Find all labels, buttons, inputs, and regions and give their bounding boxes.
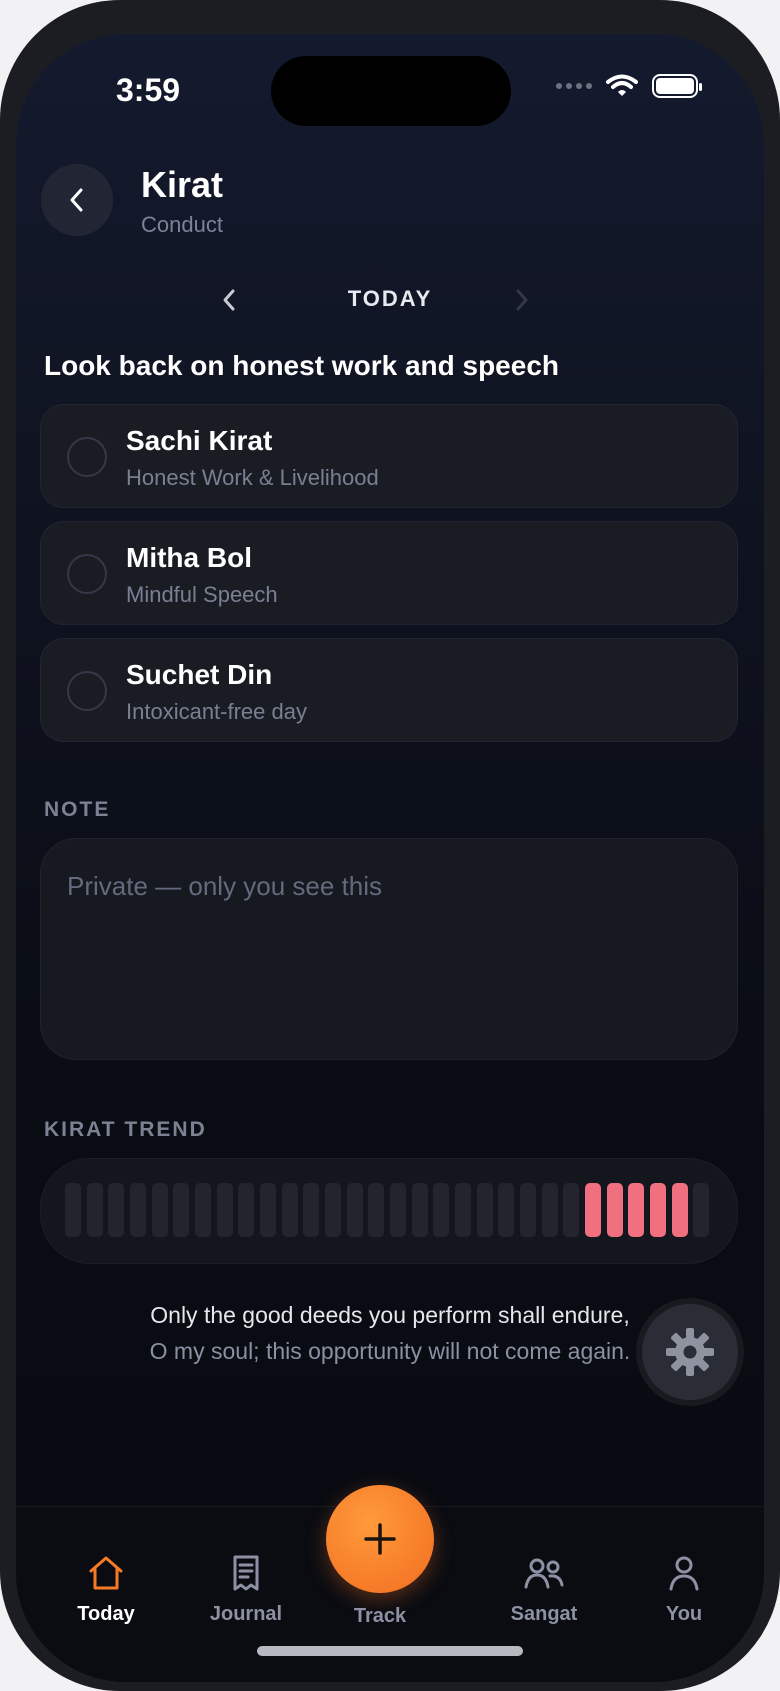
status-icons [556,74,702,98]
reflection-prompt: Look back on honest work and speech [44,350,559,381]
track-label: Track [353,1605,407,1627]
dynamic-island [271,56,511,126]
trend-day-bar [693,1183,710,1237]
journal-icon [233,1555,259,1591]
trend-day-bar [238,1183,255,1237]
habit-name: Sachi Kirat [126,425,273,456]
habit-checkbox[interactable] [67,437,107,477]
device-frame: 3:59 Kirat Conduct TODAY Look back on ho… [0,0,780,1691]
trend-day-bar [281,1183,298,1237]
tab-label: Today [77,1603,135,1625]
trend-day-bar [476,1183,493,1237]
page-subtitle: Conduct [141,212,223,237]
trend-day-bar [585,1183,601,1237]
trend-day-bar [303,1183,320,1237]
tab-label: Journal [209,1603,283,1625]
next-day-button[interactable] [506,280,538,320]
trend-day-bar [520,1183,536,1237]
trend-day-bar [173,1183,190,1237]
trend-day-bar [628,1183,645,1237]
app-screen: 3:59 Kirat Conduct TODAY Look back on ho… [16,34,764,1682]
tab-you[interactable]: You [624,1551,744,1626]
settings-button[interactable] [642,1304,738,1400]
trend-day-bar [433,1183,450,1237]
wifi-icon [606,74,638,96]
battery-icon [652,74,702,98]
trend-day-bar [216,1183,233,1237]
home-icon [89,1556,123,1590]
trend-day-bar [563,1183,580,1237]
habit-card[interactable]: Mitha Bol Mindful Speech [40,521,738,625]
date-label: TODAY [347,286,433,311]
person-icon [669,1556,699,1591]
note-card [40,838,738,1060]
note-section-label: NOTE [44,798,111,821]
trend-day-bar [151,1183,168,1237]
habit-card[interactable]: Sachi Kirat Honest Work & Livelihood [40,404,738,508]
trend-day-bar [390,1183,406,1237]
trend-strip [40,1158,738,1264]
home-indicator [257,1646,523,1656]
trend-day-bar [108,1183,125,1237]
track-button[interactable] [326,1485,434,1593]
tab-today[interactable]: Today [46,1551,166,1626]
tab-journal[interactable]: Journal [186,1551,306,1626]
tab-sangat[interactable]: Sangat [484,1551,604,1626]
trend-day-bar [86,1183,103,1237]
trend-day-bar [541,1183,558,1237]
tab-label: You [665,1603,703,1625]
trend-day-bar [498,1183,515,1237]
trend-day-bar [650,1183,666,1237]
back-button[interactable] [41,164,113,236]
trend-day-bar [671,1183,688,1237]
status-time: 3:59 [116,72,181,108]
trend-day-bar [411,1183,428,1237]
trend-day-bar [130,1183,146,1237]
trend-day-bar [65,1183,81,1237]
habit-description: Mindful Speech [126,582,278,607]
chevron-left-icon [70,188,83,212]
habit-card[interactable]: Suchet Din Intoxicant-free day [40,638,738,742]
page-title: Kirat [141,164,224,205]
habit-name: Suchet Din [126,659,273,690]
people-icon [524,1558,564,1589]
trend-section-label: KIRAT TREND [44,1118,207,1141]
trend-day-bar [346,1183,363,1237]
trend-day-bar [368,1183,385,1237]
trend-day-bar [606,1183,623,1237]
trend-day-bar [260,1183,276,1237]
trend-day-bar [195,1183,211,1237]
habit-description: Intoxicant-free day [126,699,307,724]
habit-checkbox[interactable] [67,554,107,594]
plus-icon [364,1523,396,1555]
habit-name: Mitha Bol [126,542,252,573]
date-navigator: TODAY [16,270,764,330]
note-input[interactable] [67,871,707,1031]
chevron-right-icon [516,289,528,311]
tab-label: Sangat [510,1603,578,1625]
trend-day-bar [325,1183,341,1237]
habit-description: Honest Work & Livelihood [126,465,379,490]
signal-icon [556,83,592,89]
gear-icon [666,1328,714,1376]
trend-day-bar [455,1183,471,1237]
habit-checkbox[interactable] [67,671,107,711]
trend-bars [65,1183,713,1237]
